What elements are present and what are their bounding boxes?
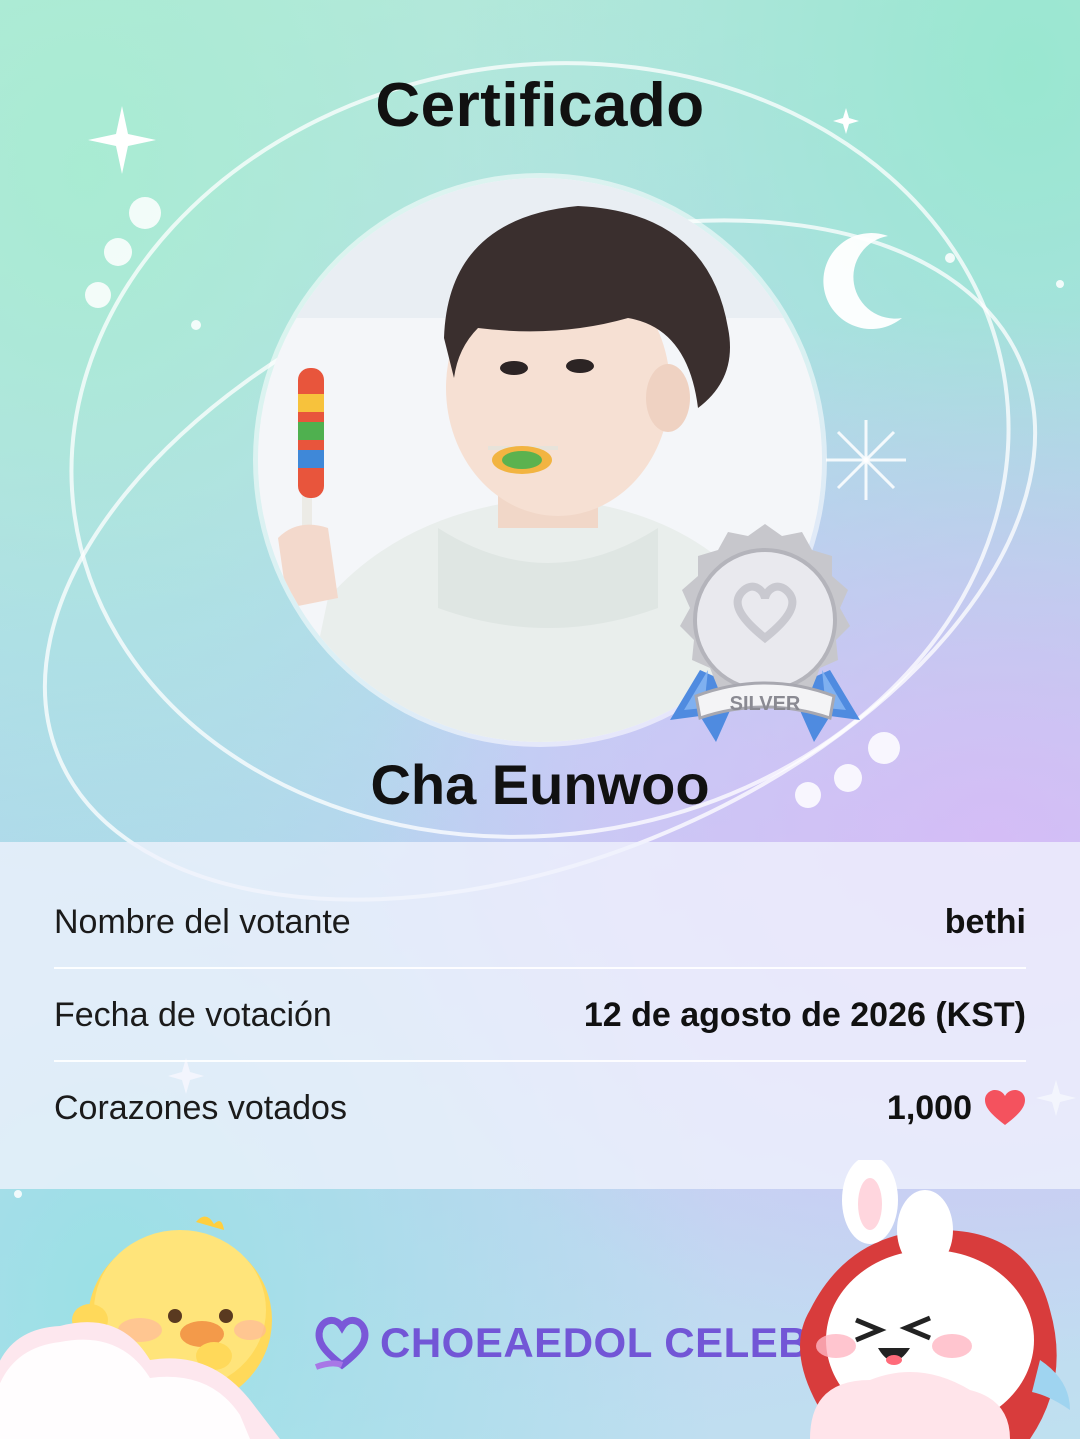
info-value: 12 de agosto de 2026 (KST)	[583, 995, 1026, 1034]
brand-name: CHOEAEDOL CELEB	[380, 1319, 810, 1366]
info-row-hearts: Corazones votados 1,000	[54, 1062, 1026, 1154]
info-row-date: Fecha de votación 12 de agosto de 2026 (…	[54, 969, 1026, 1061]
silver-medal-icon: SILVER	[670, 524, 860, 742]
choeaedol-logo-icon	[314, 1317, 369, 1370]
info-value: bethi	[944, 902, 1026, 941]
celeb-name: Cha Eunwoo	[370, 753, 710, 816]
page-title: Certificado	[375, 71, 705, 140]
info-row-voter: Nombre del votante bethi	[54, 876, 1026, 968]
hearts-value-group: 1,000	[887, 1089, 1026, 1128]
moon-icon	[823, 233, 902, 330]
info-label: Corazones votados	[54, 1088, 347, 1127]
info-label: Fecha de votación	[54, 995, 332, 1034]
brand-logo: CHOEAEDOL CELEB	[310, 1308, 809, 1378]
chick-character-icon	[0, 1216, 280, 1439]
badge-label: SILVER	[730, 693, 801, 715]
heart-icon	[985, 1090, 1025, 1125]
bunny-character-icon	[800, 1160, 1070, 1439]
info-value: 1,000	[886, 1088, 972, 1127]
info-label: Nombre del votante	[54, 902, 351, 941]
